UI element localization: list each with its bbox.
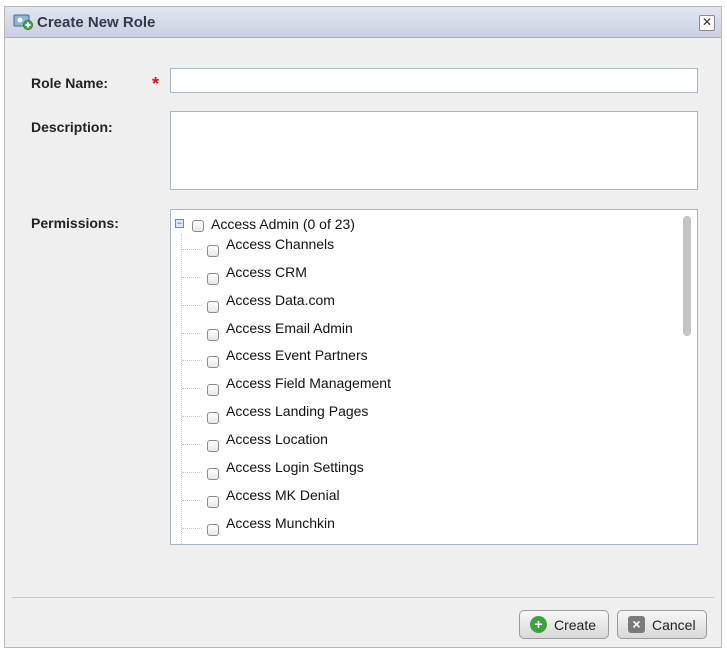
- role-name-label: Role Name:: [31, 75, 109, 91]
- permission-checkbox[interactable]: [207, 440, 219, 452]
- permission-checkbox[interactable]: [207, 412, 219, 424]
- permission-item[interactable]: Access Location: [171, 431, 671, 455]
- permission-checkbox[interactable]: [207, 468, 219, 480]
- permission-item[interactable]: Access MK Denial: [171, 487, 671, 511]
- dialog-title: Create New Role: [37, 14, 156, 31]
- create-button-label: Create: [554, 617, 597, 633]
- create-button[interactable]: + Create: [519, 610, 609, 639]
- permission-item[interactable]: Access Email Admin: [171, 320, 671, 344]
- permission-label: Access Munchkin: [226, 515, 335, 531]
- cancel-button[interactable]: × Cancel: [617, 610, 707, 639]
- permissions-label: Permissions:: [31, 215, 119, 231]
- permission-checkbox[interactable]: [207, 524, 219, 536]
- permission-label: Access Data.com: [226, 292, 335, 308]
- permissions-tree[interactable]: − Access Admin (0 of 23) Access Channels…: [170, 209, 698, 545]
- description-label: Description:: [31, 119, 113, 135]
- scrollbar-thumb[interactable]: [683, 216, 691, 336]
- permission-label: Access Channels: [226, 236, 335, 252]
- permission-label: Access Email Admin: [226, 320, 353, 336]
- permission-checkbox[interactable]: [207, 273, 219, 285]
- dialog-titlebar: Create New Role ✕: [5, 7, 721, 38]
- permission-label: Access Event Partners: [226, 347, 368, 363]
- plus-icon: +: [530, 616, 547, 633]
- permission-item[interactable]: Access Landing Pages: [171, 403, 671, 427]
- tree-node-label: Access Admin (0 of 23): [211, 216, 355, 232]
- permission-item[interactable]: Access Data.com: [171, 292, 671, 316]
- permission-label: Access Field Management: [226, 375, 391, 391]
- x-icon: ×: [628, 616, 645, 633]
- permission-label: Access Landing Pages: [226, 403, 369, 419]
- role-name-input[interactable]: [170, 68, 698, 93]
- permission-checkbox[interactable]: [207, 384, 219, 396]
- permission-item[interactable]: Access CRM: [171, 264, 671, 288]
- permission-checkbox[interactable]: [207, 301, 219, 313]
- permission-item[interactable]: Access Event Partners: [171, 347, 671, 371]
- create-role-dialog: Create New Role ✕ Role Name: * Descripti…: [4, 6, 722, 648]
- footer-divider: [12, 597, 714, 598]
- permission-checkbox[interactable]: [207, 245, 219, 257]
- permission-item[interactable]: Access Field Management: [171, 375, 671, 399]
- permission-label: Access CRM: [226, 264, 307, 280]
- collapse-icon[interactable]: −: [175, 219, 184, 228]
- permission-item[interactable]: Access Login Settings: [171, 459, 671, 483]
- permission-checkbox[interactable]: [207, 496, 219, 508]
- permission-label: Access Location: [226, 431, 328, 447]
- permission-checkbox[interactable]: [207, 329, 219, 341]
- role-users-icon: [13, 14, 33, 30]
- permission-checkbox[interactable]: [207, 356, 219, 368]
- cancel-button-label: Cancel: [652, 617, 696, 633]
- close-button[interactable]: ✕: [699, 15, 715, 31]
- permission-label: Access MK Denial: [226, 487, 340, 503]
- permission-label: Access Login Settings: [226, 459, 364, 475]
- access-admin-checkbox[interactable]: [192, 220, 204, 232]
- permission-item[interactable]: Access Munchkin: [171, 515, 671, 539]
- description-textarea[interactable]: [170, 111, 698, 190]
- permission-item[interactable]: Access Channels: [171, 236, 671, 260]
- required-marker: *: [152, 74, 160, 94]
